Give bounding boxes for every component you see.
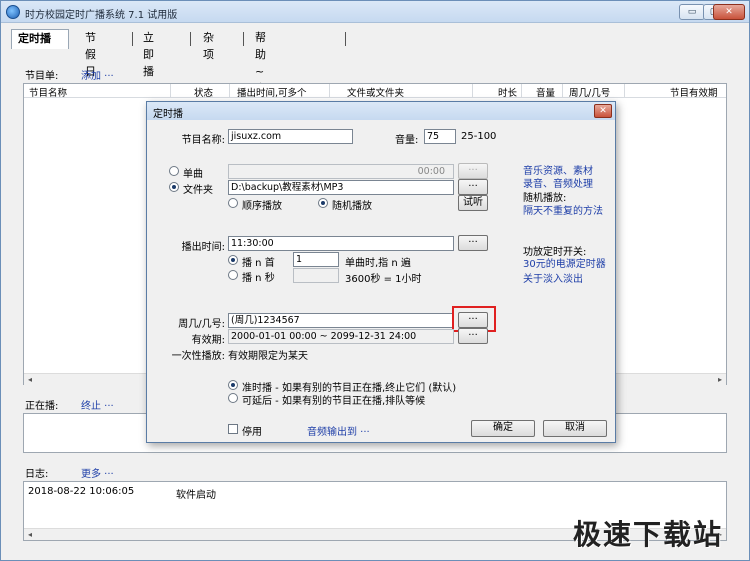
random-radio[interactable] — [318, 198, 328, 208]
ok-button[interactable]: 确定 — [471, 420, 535, 437]
folder-input[interactable]: D:\backup\教程素材\MP3 — [228, 180, 454, 195]
play-n-input[interactable]: 1 — [293, 252, 339, 267]
log-label: 日志: — [25, 469, 49, 480]
timed-play-dialog: 定时播 ✕ 节目名称: jisuxz.com 音量: 75 25-100 单曲 … — [146, 101, 616, 443]
single-song-browse-button[interactable]: ··· — [458, 163, 488, 179]
program-name-label: 节目名称: — [181, 135, 225, 146]
program-name-input[interactable]: jisuxz.com — [228, 129, 353, 144]
disable-label: 停用 — [242, 427, 262, 438]
col-validity[interactable]: 节目有效期 — [670, 85, 718, 99]
folder-radio[interactable] — [169, 182, 179, 192]
add-program-link[interactable]: 添加 ··· — [81, 67, 114, 82]
table-header: 节目名称 状态 播出时间,可多个 文件或文件夹 时长 音量 周几/几号 节目有效… — [24, 84, 726, 99]
volume-range: 25-100 — [461, 131, 497, 142]
play-n-seconds-radio[interactable] — [228, 270, 238, 280]
air-time-input[interactable]: 11:30:00 — [228, 236, 454, 251]
single-song-label: 单曲 — [183, 169, 203, 180]
col-file[interactable]: 文件或文件夹 — [347, 85, 404, 99]
single-song-input: 00:00 — [228, 164, 454, 179]
program-list-label: 节目单: — [25, 71, 59, 82]
single-song-radio[interactable] — [169, 166, 179, 176]
watermark: 极速下载站 — [573, 518, 724, 551]
now-playing-label: 正在播: — [25, 401, 59, 412]
tab-timed-play[interactable]: 定时播 — [11, 29, 69, 49]
seconds-hint: 3600秒 = 1小时 — [345, 274, 422, 285]
folder-browse-button[interactable]: ··· — [458, 179, 488, 195]
single-song-repeat-hint: 单曲时,指 n 遍 — [345, 258, 411, 269]
dialog-close-icon[interactable]: ✕ — [594, 104, 612, 118]
title-bar[interactable]: 时方校园定时广播系统 7.1 试用版 ▭ ▢ ✕ — [1, 1, 749, 23]
random-label: 随机播放 — [332, 201, 372, 212]
window-title: 时方校园定时广播系统 7.1 试用版 — [25, 10, 178, 21]
col-program-name[interactable]: 节目名称 — [29, 85, 67, 99]
play-n-songs-radio[interactable] — [228, 255, 238, 265]
log-row-time: 2018-08-22 10:06:05 — [28, 486, 135, 497]
validity-browse-button[interactable]: ··· — [458, 328, 488, 344]
sequential-label: 顺序播放 — [242, 201, 282, 212]
col-volume[interactable]: 音量 — [536, 85, 555, 99]
listen-button[interactable]: 试听 — [458, 195, 488, 211]
col-status[interactable]: 状态 — [194, 85, 213, 99]
once-label: 一次性播放: — [171, 351, 225, 362]
log-scroll-left-icon[interactable]: ◂ — [24, 529, 36, 540]
ontime-radio[interactable] — [228, 380, 238, 390]
tab-misc[interactable]: 杂项 — [197, 29, 220, 61]
power-timer-link[interactable]: 30元的电源定时器 — [523, 255, 606, 270]
tab-holidays[interactable]: 节假日 — [79, 29, 102, 78]
col-duration[interactable]: 时长 — [498, 85, 517, 99]
col-weekday[interactable]: 周几/几号 — [569, 85, 610, 99]
volume-input[interactable]: 75 — [424, 129, 456, 144]
delay-radio[interactable] — [228, 393, 238, 403]
audio-output-link[interactable]: 音频输出到 ··· — [307, 423, 370, 438]
tab-play-now[interactable]: 立即播 — [137, 29, 160, 78]
air-time-browse-button[interactable]: ··· — [458, 235, 488, 251]
scroll-left-icon[interactable]: ◂ — [24, 374, 36, 385]
log-row-event: 软件启动 — [176, 490, 216, 501]
col-air-time[interactable]: 播出时间,可多个 — [237, 85, 307, 99]
play-n-seconds-input — [293, 268, 339, 283]
minimize-button[interactable]: ▭ — [679, 4, 705, 20]
random-method-link[interactable]: 隔天不重复的方法 — [523, 202, 603, 217]
log-more-link[interactable]: 更多 ··· — [81, 465, 114, 480]
sequential-radio[interactable] — [228, 198, 238, 208]
once-value: 有效期限定为某天 — [228, 351, 308, 362]
validity-input: 2000-01-01 00:00 ~ 2099-12-31 24:00 — [228, 329, 454, 344]
folder-label: 文件夹 — [183, 185, 213, 196]
weekday-input[interactable]: (周几)1234567 — [228, 313, 454, 328]
tab-help[interactable]: 帮助~咨询专家 — [249, 29, 272, 146]
scroll-right-icon[interactable]: ▸ — [714, 374, 726, 385]
dialog-title: 定时播 — [153, 109, 183, 120]
weekday-label: 周几/几号: — [178, 319, 225, 330]
recording-link[interactable]: 录音、音频处理 — [523, 175, 593, 190]
dialog-title-bar[interactable]: 定时播 ✕ — [147, 102, 615, 120]
play-n-songs-label: 播 n 首 — [242, 258, 275, 269]
stop-link[interactable]: 终止 ··· — [81, 397, 114, 412]
play-n-seconds-label: 播 n 秒 — [242, 273, 275, 284]
app-icon — [6, 5, 20, 19]
close-button[interactable]: ✕ — [713, 4, 745, 20]
delay-label: 可延后 - 如果有别的节目正在播,排队等候 — [242, 396, 426, 407]
volume-label: 音量: — [395, 135, 419, 146]
cancel-button[interactable]: 取消 — [543, 420, 607, 437]
validity-label: 有效期: — [191, 335, 225, 346]
disable-checkbox[interactable] — [228, 424, 238, 434]
fade-link[interactable]: 关于淡入淡出 — [523, 270, 583, 285]
air-time-label: 播出时间: — [181, 242, 225, 253]
